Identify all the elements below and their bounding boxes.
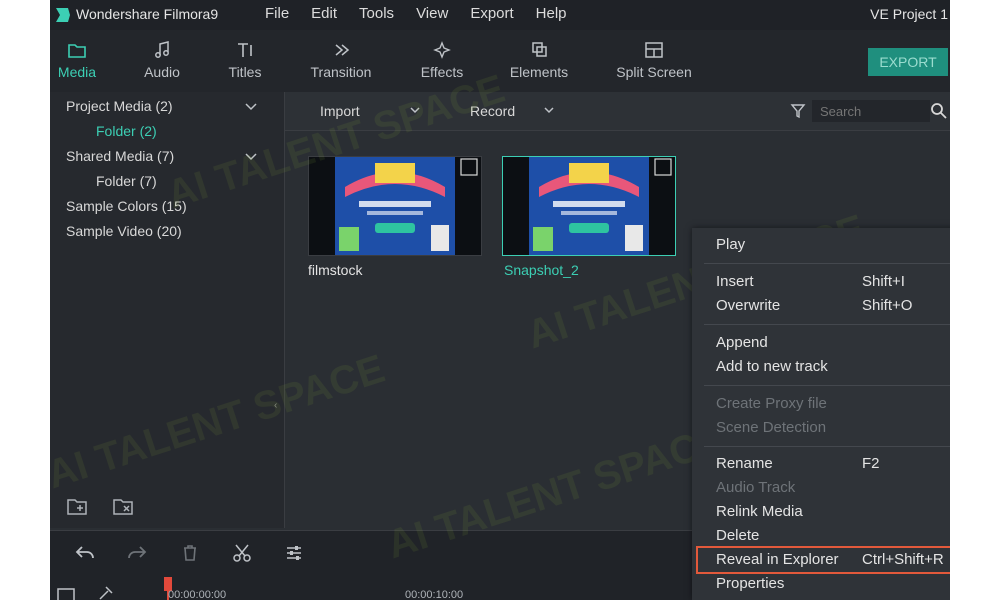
library-item-project-media[interactable]: Project Media (2) <box>66 98 173 114</box>
menu-item-properties[interactable]: Properties <box>716 575 784 592</box>
menu-item-overwrite[interactable]: Overwrite <box>716 297 780 314</box>
search-input[interactable] <box>812 100 930 122</box>
menu-separator <box>704 385 950 386</box>
menu-item-scene-detection: Scene Detection <box>716 419 827 436</box>
scissors-icon[interactable] <box>232 543 252 563</box>
tab-media-label: Media <box>57 64 97 80</box>
text-icon <box>238 43 252 57</box>
menu-edit[interactable]: Edit <box>311 5 337 22</box>
timecode-start: 00:00:00:00 <box>168 589 227 600</box>
menu-separator <box>704 324 950 325</box>
collapse-panel-icon[interactable]: ‹ <box>274 400 277 411</box>
menu-item-add-to-new-track[interactable]: Add to new track <box>716 358 828 375</box>
app-title: Wondershare Filmora9 <box>76 6 219 22</box>
menu-item-play[interactable]: Play <box>716 236 745 253</box>
filmora-window: Wondershare Filmora9 File Edit Tools Vie… <box>50 0 950 600</box>
menu-item-audio-track: Audio Track <box>716 479 796 496</box>
media-name-snapshot: Snapshot_2 <box>504 262 579 278</box>
menu-help[interactable]: Help <box>536 5 567 22</box>
tab-split-screen-label: Split Screen <box>616 64 692 80</box>
timecode-10s: 00:00:10:00 <box>405 589 464 600</box>
menu-bar: File Edit Tools View Export Help <box>265 5 589 22</box>
context-menu: Play Insert Shift+I Overwrite Shift+O Ap… <box>692 228 950 600</box>
chevron-down-icon[interactable] <box>244 152 258 162</box>
library-item-folder-project[interactable]: Folder (2) <box>96 123 157 139</box>
shortcut-overwrite: Shift+O <box>862 297 913 314</box>
chevron-down-icon[interactable] <box>409 106 421 116</box>
media-thumbnail-filmstock[interactable] <box>308 156 482 256</box>
search-icon[interactable] <box>930 102 948 120</box>
menu-item-reveal-in-explorer[interactable]: Reveal in Explorer <box>716 551 839 568</box>
menu-item-append[interactable]: Append <box>716 334 768 351</box>
shortcut-insert: Shift+I <box>862 273 905 290</box>
tab-effects-label: Effects <box>420 64 464 80</box>
tab-audio-label: Audio <box>144 64 180 80</box>
media-thumbnail-snapshot[interactable] <box>502 156 676 256</box>
elements-icon <box>532 42 547 57</box>
video-preview-image <box>335 157 478 255</box>
import-button[interactable]: Import <box>320 103 360 119</box>
menu-export[interactable]: Export <box>470 5 513 22</box>
tab-transition-label: Transition <box>310 64 372 80</box>
new-folder-icon[interactable] <box>66 496 90 516</box>
sparkle-icon <box>433 41 451 59</box>
tab-titles-label: Titles <box>228 64 262 80</box>
media-name-filmstock: filmstock <box>308 262 363 278</box>
export-button[interactable]: EXPORT <box>868 48 948 76</box>
menu-item-delete[interactable]: Delete <box>716 527 759 544</box>
music-note-icon <box>155 41 169 58</box>
menu-item-create-proxy: Create Proxy file <box>716 395 827 412</box>
video-preview-image <box>529 157 672 255</box>
redo-icon[interactable] <box>126 543 148 563</box>
module-toolbar: Media Audio Titles Transition Effects El… <box>50 30 950 93</box>
tab-media[interactable]: Media <box>56 40 98 80</box>
menu-tools[interactable]: Tools <box>359 5 394 22</box>
menu-separator <box>704 446 950 447</box>
adjust-icon[interactable] <box>284 543 304 563</box>
filmora-logo-icon <box>56 8 70 22</box>
filter-icon[interactable] <box>790 103 806 119</box>
tab-titles[interactable]: Titles <box>224 40 266 80</box>
transition-icon <box>335 44 350 56</box>
undo-icon[interactable] <box>74 543 96 563</box>
menu-separator <box>704 263 950 264</box>
tab-transition[interactable]: Transition <box>305 40 377 80</box>
tab-split-screen[interactable]: Split Screen <box>612 40 696 80</box>
menu-item-insert[interactable]: Insert <box>716 273 754 290</box>
menu-view[interactable]: View <box>416 5 448 22</box>
tab-effects[interactable]: Effects <box>416 40 468 80</box>
media-library-panel: Project Media (2) Folder (2) Shared Medi… <box>50 92 285 528</box>
library-item-shared-media[interactable]: Shared Media (7) <box>66 148 174 164</box>
library-item-sample-video[interactable]: Sample Video (20) <box>66 223 182 239</box>
add-track-icon[interactable] <box>56 587 78 600</box>
trash-icon[interactable] <box>180 543 200 563</box>
delete-folder-icon[interactable] <box>112 496 136 516</box>
chevron-down-icon[interactable] <box>244 102 258 112</box>
menu-item-rename[interactable]: Rename <box>716 455 773 472</box>
library-item-folder-shared[interactable]: Folder (7) <box>96 173 157 189</box>
shortcut-reveal-in-explorer: Ctrl+Shift+R <box>862 551 944 568</box>
record-button[interactable]: Record <box>470 103 515 119</box>
library-item-sample-colors[interactable]: Sample Colors (15) <box>66 198 187 214</box>
menu-item-relink-media[interactable]: Relink Media <box>716 503 803 520</box>
tab-elements[interactable]: Elements <box>506 40 572 80</box>
folder-icon <box>68 44 86 58</box>
shortcut-rename: F2 <box>862 455 880 472</box>
tab-audio[interactable]: Audio <box>140 40 184 80</box>
title-bar: Wondershare Filmora9 File Edit Tools Vie… <box>50 0 950 30</box>
split-screen-icon <box>645 42 663 58</box>
menu-file[interactable]: File <box>265 5 289 22</box>
snap-icon[interactable] <box>96 585 116 600</box>
project-name: VE Project 1 <box>870 6 948 22</box>
chevron-down-icon[interactable] <box>543 106 555 116</box>
tab-elements-label: Elements <box>509 64 569 80</box>
